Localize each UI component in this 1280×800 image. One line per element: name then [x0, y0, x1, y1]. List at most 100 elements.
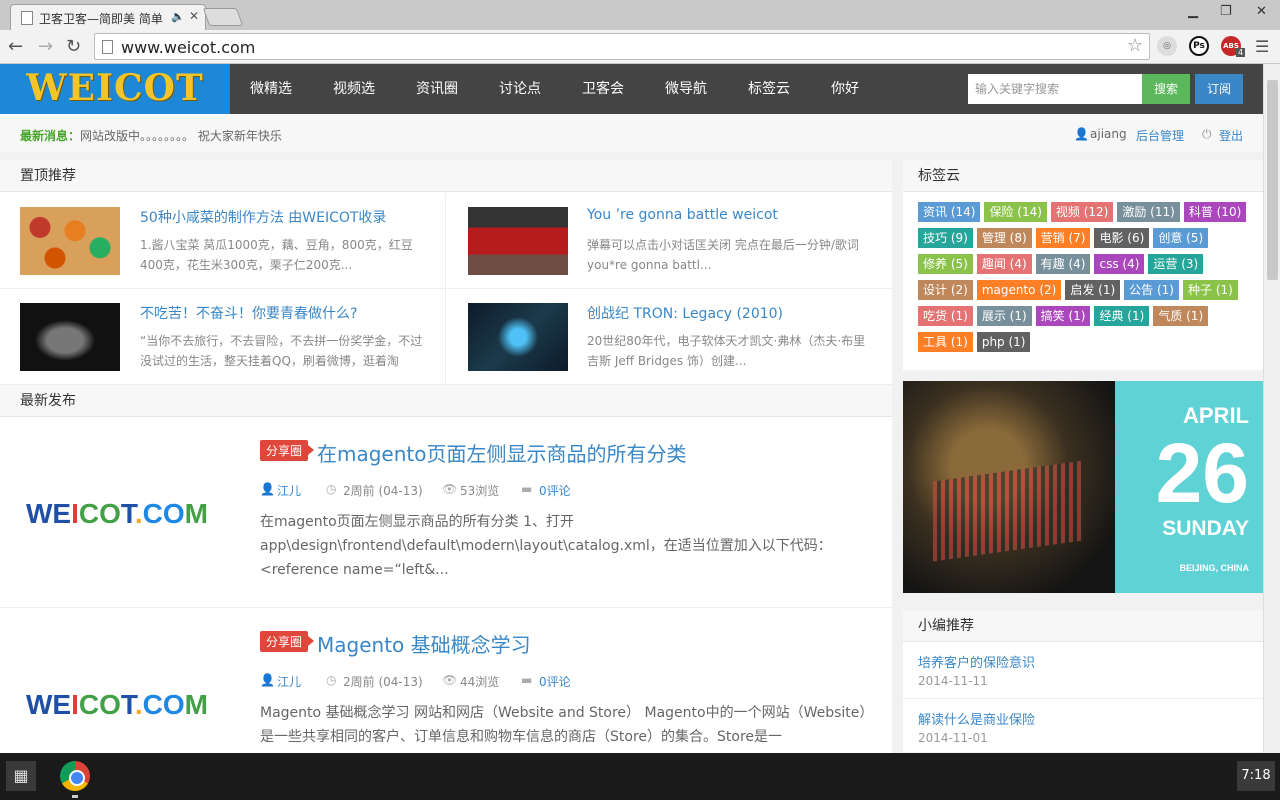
close-tab-icon[interactable]: ✕ [189, 9, 199, 23]
tag-chip[interactable]: 科普 (10) [1183, 202, 1247, 222]
tag-chip[interactable]: 种子 (1) [1183, 280, 1238, 300]
search-input[interactable]: 输入关键字搜索 [968, 74, 1142, 104]
bookmark-star-icon[interactable]: ☆ [1127, 35, 1143, 56]
new-tab-button[interactable] [202, 8, 244, 26]
featured-item-title[interactable]: You ’re gonna battle weicot [587, 207, 778, 223]
post-title[interactable]: Magento 基础概念学习 [317, 629, 531, 658]
post-excerpt: Magento 基础概念学习 网站和网店（Website and Store） … [260, 705, 867, 745]
address-bar[interactable]: www.weicot.com ☆ [94, 33, 1150, 60]
app-launcher-icon[interactable]: ▦ [6, 761, 36, 791]
nav-item[interactable]: 视频选 [333, 64, 375, 114]
tag-chip[interactable]: 激励 (11) [1117, 202, 1180, 222]
tag-chip[interactable]: 技巧 (9) [918, 228, 973, 248]
nav-item[interactable]: 卫客会 [582, 64, 624, 114]
forward-icon[interactable]: → [38, 36, 53, 57]
category-badge[interactable]: 分享圈 [260, 440, 315, 461]
nav-item[interactable]: 微精选 [250, 64, 292, 114]
featured-item-title[interactable]: 创战纪 TRON: Legacy (2010) [587, 303, 783, 323]
minimize-icon[interactable]: ▁ [1188, 4, 1198, 19]
clock-icon: ◷ [326, 673, 337, 687]
tag-chip[interactable]: 工具 (1) [918, 332, 973, 352]
featured-item-title[interactable]: 不吃苦！不奋斗！你要青春做什么? [140, 303, 357, 323]
date-card: APRIL 26 SUNDAY BEIJING, CHINA [903, 381, 1263, 593]
reload-icon[interactable]: ↻ [66, 36, 81, 57]
editor-pick-link[interactable]: 解读什么是商业保险 [918, 709, 1035, 728]
tag-chip[interactable]: 管理 (8) [976, 228, 1032, 248]
tag-chip[interactable]: 修养 (5) [918, 254, 973, 274]
scrollbar-thumb[interactable] [1267, 80, 1278, 280]
tab-title: 卫客卫客—简即美 简单 [39, 12, 163, 26]
eye-icon: 👁 [442, 673, 458, 687]
post-thumbnail-logo[interactable]: WEICOT.COM [26, 498, 208, 530]
featured-item-title[interactable]: 50种小咸菜的制作方法 由WEICOT收录 [140, 207, 386, 227]
tron-thumbnail[interactable] [468, 303, 568, 371]
tag-chip[interactable]: 经典 (1) [1094, 306, 1150, 326]
tag-chip[interactable]: 吃货 (1) [918, 306, 973, 326]
close-window-icon[interactable]: ✕ [1256, 4, 1267, 19]
tag-chip[interactable]: css (4) [1094, 254, 1145, 274]
tag-chip[interactable]: 保险 (14) [984, 202, 1047, 222]
post-author[interactable]: 江儿 [277, 482, 301, 499]
tag-chip[interactable]: magento (2) [976, 280, 1062, 300]
tag-chip[interactable]: 营销 (7) [1035, 228, 1091, 248]
editor-pick-link[interactable]: 培养客户的保险意识 [918, 652, 1035, 671]
site-logo[interactable]: WEICOT [0, 64, 230, 114]
ps-extension-icon[interactable]: Ps [1189, 36, 1209, 56]
nav-item[interactable]: 资讯圈 [416, 64, 458, 114]
menu-icon[interactable]: ☰ [1255, 37, 1269, 56]
news-bar: 最新消息： 网站改版中。。。。。。。。 祝大家新年快乐 👤 ajiang 后台管… [0, 114, 1263, 152]
featured-item[interactable]: 50种小咸菜的制作方法 由WEICOT收录 1.酱八宝菜 莴瓜1000克，藕、豆… [0, 193, 446, 289]
food-thumbnail[interactable] [20, 207, 120, 275]
tag-chip[interactable]: 趣闻 (4) [976, 254, 1032, 274]
logout-link[interactable]: 登出 [1219, 127, 1243, 144]
featured-title: 置顶推荐 [0, 160, 892, 192]
post-comments[interactable]: 0评论 [539, 673, 571, 690]
featured-item[interactable]: 创战纪 TRON: Legacy (2010) 20世纪80年代，电子软体天才凯… [447, 289, 893, 385]
featured-item[interactable]: 不吃苦！不奋斗！你要青春做什么? “当你不去旅行，不去冒险，不去拼一份奖学金，不… [0, 289, 446, 385]
username[interactable]: ajiang [1090, 127, 1127, 141]
eye-icon: 👁 [442, 482, 458, 496]
tag-chip[interactable]: 创意 (5) [1153, 228, 1209, 248]
admin-link[interactable]: 后台管理 [1136, 127, 1184, 144]
nav-item[interactable]: 微导航 [665, 64, 707, 114]
basketball-thumbnail[interactable] [468, 207, 568, 275]
post-comments[interactable]: 0评论 [539, 482, 571, 499]
tag-chip[interactable]: 公告 (1) [1124, 280, 1179, 300]
category-badge[interactable]: 分享圈 [260, 631, 315, 652]
user-icon: 👤 [260, 673, 275, 687]
tag-chip[interactable]: 有趣 (4) [1035, 254, 1091, 274]
post-author[interactable]: 江儿 [277, 673, 301, 690]
tag-chip[interactable]: 资讯 (14) [918, 202, 981, 222]
chrome-icon[interactable] [60, 761, 90, 791]
clock[interactable]: 7:18 [1237, 761, 1275, 791]
tag-chip[interactable]: 搞笑 (1) [1035, 306, 1091, 326]
nav-item[interactable]: 你好 [831, 64, 859, 114]
tag-chip[interactable]: 启发 (1) [1065, 280, 1121, 300]
page-scrollbar[interactable] [1263, 64, 1280, 753]
logo-part: T [120, 498, 135, 529]
tag-chip[interactable]: 展示 (1) [976, 306, 1032, 326]
portrait-thumbnail[interactable] [20, 303, 120, 371]
site-header: WEICOT 微精选 视频选 资讯圈 讨论点 卫客会 微导航 标签云 你好 输入… [0, 64, 1263, 114]
parking-lot-graphic [933, 460, 1083, 562]
restore-icon[interactable]: ❐ [1220, 4, 1232, 19]
tag-chip[interactable]: php (1) [976, 332, 1031, 352]
nav-item[interactable]: 标签云 [748, 64, 790, 114]
post-views: 44浏览 [460, 675, 500, 689]
back-icon[interactable]: ← [8, 36, 23, 57]
nav-item[interactable]: 讨论点 [499, 64, 541, 114]
browser-tab[interactable]: 卫客卫客—简即美 简单 🔈 ✕ [10, 4, 206, 30]
post-thumbnail-logo[interactable]: WEICOT.COM [26, 689, 208, 721]
logo-part: WE [26, 689, 72, 720]
tag-chip[interactable]: 运营 (3) [1148, 254, 1204, 274]
tag-chip[interactable]: 设计 (2) [918, 280, 973, 300]
search-button[interactable]: 搜索 [1142, 74, 1190, 104]
subscribe-button[interactable]: 订阅 [1195, 74, 1243, 104]
date-day: 26 [1155, 426, 1249, 520]
tag-chip[interactable]: 气质 (1) [1153, 306, 1209, 326]
globe-icon[interactable]: ◎ [1157, 36, 1177, 56]
post-title[interactable]: 在magento页面左侧显示商品的所有分类 [317, 438, 687, 467]
featured-item[interactable]: You ’re gonna battle weicot 弹幕可以点击小对话匡关闭… [447, 193, 893, 289]
tag-chip[interactable]: 电影 (6) [1094, 228, 1150, 248]
tag-chip[interactable]: 视频 (12) [1050, 202, 1114, 222]
